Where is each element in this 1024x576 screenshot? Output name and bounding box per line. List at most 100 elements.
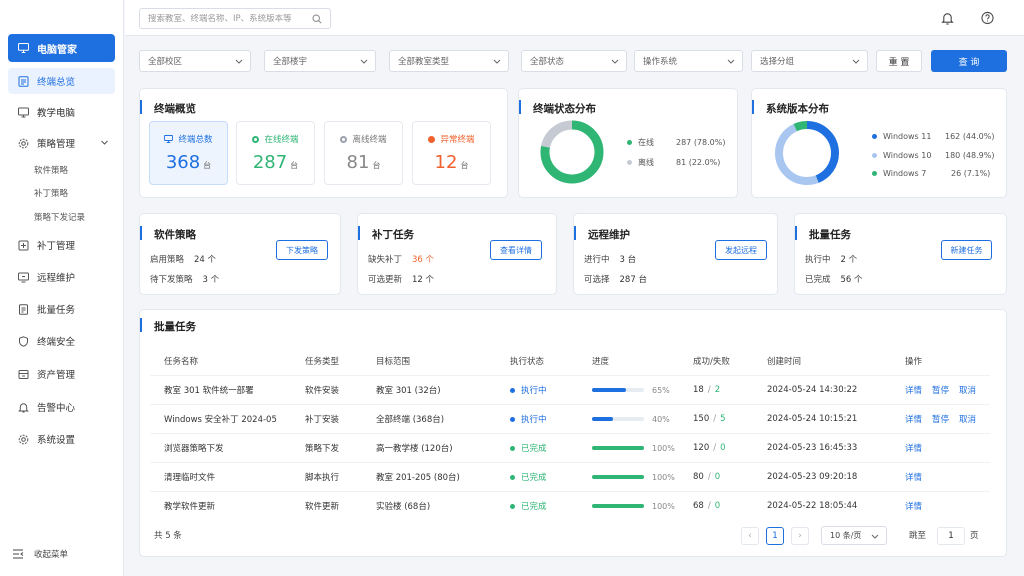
building-select[interactable]: 全部楼宇 [264,50,376,72]
task-result: 18/2 [693,376,720,404]
stat-value: 12 个 [412,275,435,285]
action-link[interactable]: 详情 [905,413,922,425]
sidebar-item-policy[interactable]: 策略管理 [8,130,115,156]
legend-value: 287 (78.0%) [676,138,726,147]
sidebar-subitem-policy-records[interactable]: 策略下发记录 [34,211,85,223]
patch-icon [18,240,29,251]
brand-label: 电脑管家 [37,44,77,56]
search-box[interactable] [139,8,331,29]
action-link[interactable]: 详情 [905,442,922,454]
stat-total[interactable]: 终端总数 368 台 [149,121,228,185]
task-scope: 全部终端 (368台) [376,415,445,425]
sidebar-item-teaching-pc[interactable]: 教学电脑 [8,99,115,125]
stat-value: 81 [346,152,370,173]
list-icon [18,75,29,87]
page-size-select[interactable]: 10 条/页 [821,526,887,545]
legend-online: 在线 287 (78.0%) [627,137,725,148]
chevron-down-icon [852,59,860,64]
progress-fill [592,417,613,421]
group-select[interactable]: 选择分组 [751,50,868,72]
legend-label: Windows 11 [883,132,932,141]
collapse-icon [13,549,24,559]
task-actions: 详情 暂停 取消 [905,376,986,404]
sidebar-item-overview[interactable]: 终端总览 [8,68,115,94]
action-link[interactable]: 取消 [959,413,976,425]
task-name: 教室 301 软件统一部署 [164,386,254,396]
campus-select[interactable]: 全部校区 [139,50,251,72]
search-icon[interactable] [312,13,322,24]
table-row[interactable]: 教学软件更新 软件更新 实验楼 (68台) 已完成 100% 68/0 2024-05-22… [150,491,990,519]
stat-label: 执行中 [805,255,831,265]
col-status: 执行状态 [510,357,545,367]
chevron-right-icon: › [798,531,802,541]
monitor-icon [18,107,29,118]
legend-value: 26 (7.1%) [951,169,991,178]
action-link[interactable]: 取消 [959,384,976,396]
table-row[interactable]: 浏览器策略下发 策略下发 高一教学楼 (120台) 已完成 100% 120/0 2024-… [150,433,990,461]
action-link[interactable]: 暂停 [932,413,949,425]
task-type: 软件安装 [305,386,340,396]
room-type-select[interactable]: 全部教室类型 [389,50,509,72]
bell-icon[interactable] [941,11,954,25]
stat-label: 可选择 [584,275,610,285]
sidebar-item-label: 告警中心 [37,403,76,414]
legend-dot [872,134,877,139]
task-progress: 100% [592,463,675,491]
reset-button[interactable]: 重 置 [876,50,922,72]
chevron-down-icon [493,59,501,64]
table-header: 任务名称 任务类型 目标范围 执行状态 进度 成功/失败 创建时间 操作 [150,347,990,375]
task-status: 已完成 [510,492,547,520]
stat-online[interactable]: 在线终端 287 台 [236,121,315,185]
stat-abnormal[interactable]: 异常终端 12 台 [412,121,491,185]
stat-offline[interactable]: 离线终端 81 台 [324,121,403,185]
status-select[interactable]: 全部状态 [521,50,627,72]
sidebar-item-batch[interactable]: 批量任务 [8,296,115,322]
prev-page-button[interactable]: ‹ [741,527,759,545]
action-link[interactable]: 详情 [905,500,922,512]
new-task-button[interactable]: 新建任务 [941,240,992,260]
task-status: 已完成 [510,463,547,491]
table-row[interactable]: 清理临时文件 脚本执行 教室 201-205 (80台) 已完成 100% 80/0 202… [150,462,990,490]
query-button[interactable]: 查 询 [931,50,1007,72]
sidebar-item-alerts[interactable]: 告警中心 [8,394,115,420]
sidebar-item-settings[interactable]: 系统设置 [8,426,115,452]
sidebar-subitem-patch-policy[interactable]: 补丁策略 [34,187,68,199]
table-row[interactable]: Windows 安全补丁 2024-05 补丁安装 全部终端 (368台) 执行中 40… [150,404,990,432]
legend-value: 81 (22.0%) [676,158,721,167]
task-scope: 教室 301 (32台) [376,386,441,396]
task-actions: 详情 暂停 取消 [905,405,986,433]
start-remote-button[interactable]: 发起远程 [715,240,767,260]
os-select-value: 操作系统 [643,57,678,67]
sidebar-item-remote[interactable]: 远程维护 [8,264,115,290]
view-details-button[interactable]: 查看详情 [490,240,542,260]
collapse-menu-button[interactable]: 收起菜单 [12,548,68,560]
action-link[interactable]: 详情 [905,471,922,483]
task-progress: 40% [592,405,670,433]
os-select[interactable]: 操作系统 [634,50,743,72]
sidebar-item-assets[interactable]: 资产管理 [8,361,115,387]
brand-button[interactable]: 电脑管家 [8,34,115,62]
goto-page-input[interactable]: 1 [937,527,965,545]
sidebar-item-patch[interactable]: 补丁管理 [8,232,115,258]
task-result: 120/0 [693,434,726,462]
success-count: 150 [693,414,710,424]
table-row[interactable]: 教室 301 软件统一部署 软件安装 教室 301 (32台) 执行中 65% 18/2 2… [150,375,990,403]
deploy-policy-button[interactable]: 下发策略 [276,240,328,260]
next-page-button[interactable]: › [791,527,809,545]
action-link[interactable]: 详情 [905,384,922,396]
sidebar-subitem-software-policy[interactable]: 软件策略 [34,164,68,176]
action-link[interactable]: 暂停 [932,384,949,396]
help-icon[interactable] [981,11,994,25]
legend-dot [627,160,632,165]
current-page-button[interactable]: 1 [766,527,784,545]
result-separator: / [707,385,711,395]
stat-value: 3 个 [202,275,220,285]
sidebar-item-label: 系统设置 [37,435,76,446]
success-count: 68 [693,501,704,511]
room-type-select-value: 全部教室类型 [398,57,450,67]
task-progress: 100% [592,434,675,462]
search-input[interactable] [148,13,312,24]
sidebar-item-security[interactable]: 终端安全 [8,328,115,354]
col-time: 创建时间 [767,357,802,367]
task-table-title: 批量任务 [140,318,196,333]
